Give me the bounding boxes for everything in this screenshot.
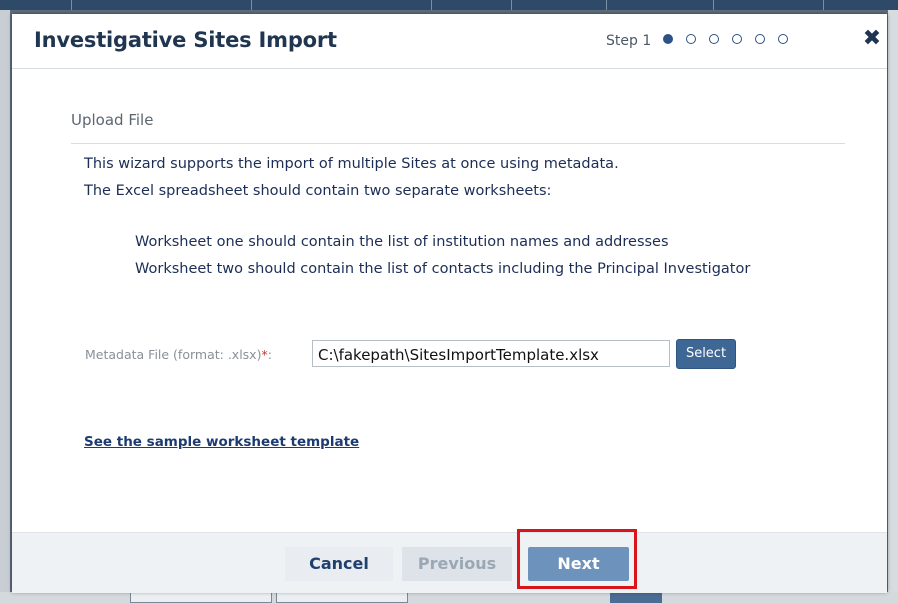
metadata-file-label-text: Metadata File (format: .xlsx) xyxy=(85,347,262,362)
dialog-footer: Cancel Previous Next xyxy=(12,532,887,593)
background-grid-divider xyxy=(250,0,252,10)
background-tab xyxy=(276,593,408,603)
step-dot xyxy=(709,34,719,44)
step-dot-active xyxy=(663,34,673,44)
description-line: This wizard supports the import of multi… xyxy=(84,156,619,172)
background-left-panel xyxy=(0,10,10,604)
section-divider xyxy=(71,143,845,144)
dialog-header: Investigative Sites Import Step 1 ✖ xyxy=(12,14,887,69)
metadata-file-label: Metadata File (format: .xlsx)*: xyxy=(85,347,272,362)
worksheet-one-note: Worksheet one should contain the list of… xyxy=(135,234,669,250)
background-grid-divider xyxy=(70,0,72,10)
section-title: Upload File xyxy=(71,111,154,129)
step-label: Step 1 xyxy=(606,33,652,49)
sample-template-link[interactable]: See the sample worksheet template xyxy=(84,434,359,450)
next-button[interactable]: Next xyxy=(528,547,629,581)
metadata-file-input[interactable] xyxy=(312,340,670,367)
cancel-button[interactable]: Cancel xyxy=(285,547,393,581)
background-grid-divider xyxy=(510,0,512,10)
dialog-title: Investigative Sites Import xyxy=(34,28,337,52)
step-dot xyxy=(755,34,765,44)
select-file-button[interactable]: Select xyxy=(676,339,736,369)
background-right-panel xyxy=(888,10,898,604)
background-grid-divider xyxy=(712,0,714,10)
background-tab xyxy=(610,593,662,603)
background-grid-divider xyxy=(430,0,432,10)
step-dot xyxy=(732,34,742,44)
step-dot xyxy=(686,34,696,44)
import-wizard-dialog: Investigative Sites Import Step 1 ✖ Uplo… xyxy=(12,14,887,593)
close-icon[interactable]: ✖ xyxy=(862,28,882,50)
background-grid-divider xyxy=(605,0,607,10)
description-line: The Excel spreadsheet should contain two… xyxy=(84,183,552,199)
step-dot xyxy=(778,34,788,44)
label-colon: : xyxy=(267,347,272,362)
background-grid-header xyxy=(0,0,898,10)
background-grid-divider xyxy=(822,0,824,10)
worksheet-two-note: Worksheet two should contain the list of… xyxy=(135,261,751,277)
previous-button[interactable]: Previous xyxy=(402,547,512,581)
background-tab xyxy=(130,593,272,603)
